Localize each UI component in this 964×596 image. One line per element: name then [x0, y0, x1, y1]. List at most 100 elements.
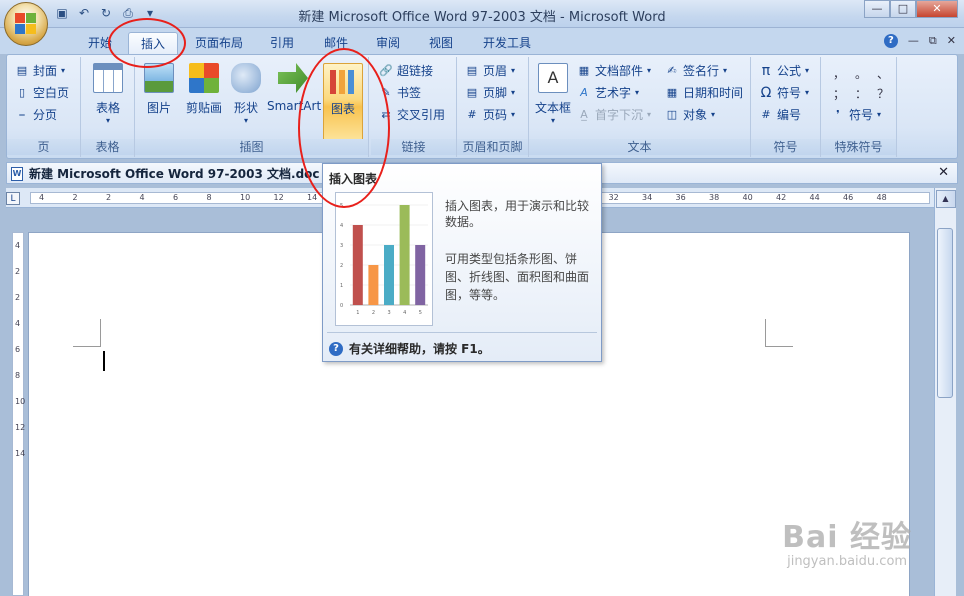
group-label: 链接 — [371, 139, 456, 155]
equation-button[interactable]: π 公式 ▾ — [759, 61, 809, 81]
bookmark-button[interactable]: ✎ 书签 — [379, 83, 421, 103]
shapes-button[interactable]: 形状 ▾ — [229, 63, 263, 125]
minimize-button[interactable]: — — [864, 0, 890, 18]
ruler-tick-label: 4 — [15, 319, 21, 328]
wordart-button[interactable]: A 艺术字 ▾ — [577, 83, 639, 103]
chevron-down-icon: ▾ — [805, 66, 810, 75]
ruler-tick-label: 40 — [742, 193, 753, 202]
chart-button[interactable]: 图表 — [323, 63, 363, 143]
close-button[interactable]: ✕ — [916, 0, 958, 18]
calendar-icon: ▦ — [666, 86, 678, 99]
hyperlink-button[interactable]: 🔗 超链接 — [379, 61, 433, 81]
scroll-up-icon[interactable]: ▲ — [935, 190, 956, 208]
date-time-button[interactable]: ▦ 日期和时间 — [665, 83, 743, 103]
ribbon-minimize-icon[interactable]: — — [908, 34, 919, 48]
tab-view[interactable]: 视图 — [419, 32, 463, 54]
group-label: 特殊符号 — [821, 139, 896, 155]
scroll-thumb[interactable] — [937, 228, 953, 398]
tab-home[interactable]: 开始 — [78, 32, 122, 54]
ruler-tick-label: 48 — [876, 193, 887, 202]
x-tick-label: 3 — [388, 310, 391, 316]
vertical-ruler[interactable]: 4 2 2 4 6 8 10 12 14 — [12, 232, 26, 596]
page-break-button[interactable]: ⎯ 分页 — [15, 105, 57, 125]
tab-mailings[interactable]: 邮件 — [314, 32, 358, 54]
drop-cap-icon: A̲ — [580, 108, 588, 121]
blank-page-icon: ▯ — [18, 86, 26, 99]
globe-link-icon: 🔗 — [379, 64, 393, 77]
window-controls: — □ ✕ — [864, 0, 958, 18]
tab-page-layout[interactable]: 页面布局 — [188, 32, 250, 54]
x-tick-label: 2 — [372, 310, 375, 316]
symbol-button[interactable]: Ω 符号 ▾ — [759, 83, 809, 103]
cross-reference-button[interactable]: ⇄ 交叉引用 — [379, 105, 445, 125]
chevron-down-icon: ▾ — [511, 88, 516, 97]
tooltip-help: ? 有关详细帮助，请按 F1。 — [329, 340, 490, 357]
ruler-tick-label: 2 — [15, 293, 21, 302]
symbol-period[interactable]: 。 — [855, 65, 867, 82]
picture-button[interactable]: 图片 — [139, 63, 179, 116]
close-document-icon[interactable]: ✕ — [938, 165, 949, 180]
header-button[interactable]: ▤ 页眉 ▾ — [465, 61, 515, 81]
chart-icon — [328, 64, 358, 94]
tab-insert[interactable]: 插入 — [128, 32, 178, 54]
tab-references[interactable]: 引用 — [260, 32, 304, 54]
page-number-button[interactable]: # 页码 ▾ — [465, 105, 515, 125]
tooltip-details: 可用类型包括条形图、饼图、折线图、面积图和曲面图，等等。 — [445, 252, 590, 302]
crop-mark-right — [765, 319, 793, 347]
ruler-tick-label: 2 — [106, 193, 112, 202]
chevron-down-icon: ▾ — [511, 110, 516, 119]
clip-art-button[interactable]: 剪贴画 — [181, 63, 227, 116]
symbol-comma[interactable]: ， — [833, 65, 845, 82]
shapes-icon — [231, 63, 261, 93]
table-button[interactable]: 表格 ▾ — [89, 63, 127, 125]
chart-bar — [415, 245, 426, 305]
ribbon-restore-icon[interactable]: ⧉ — [929, 34, 937, 48]
ruler-tick-label: 14 — [15, 449, 26, 458]
footer-button[interactable]: ▤ 页脚 ▾ — [465, 83, 515, 103]
drop-cap-button[interactable]: A̲ 首字下沉 ▾ — [577, 105, 651, 125]
y-tick-label: 3 — [340, 243, 343, 249]
blank-page-button[interactable]: ▯ 空白页 — [15, 83, 69, 103]
chart-tooltip: 插入图表 0 1 2 3 4 5 1 2 3 4 5 插入图表，用于演示和比较数据。 可用类型包括条… — [322, 163, 602, 362]
chevron-down-icon: ▾ — [511, 66, 516, 75]
watermark: Bai 经验 jingyan.baidu.com — [782, 512, 912, 569]
symbol-drop-icon: ❜ — [836, 108, 840, 121]
maximize-button[interactable]: □ — [890, 0, 916, 18]
numbering-button[interactable]: # 编号 — [759, 105, 801, 125]
cover-page-button[interactable]: ▤ 封面 ▾ — [15, 61, 65, 81]
office-logo-icon — [15, 13, 37, 35]
header-footer-group: ▤ 页眉 ▾ ▤ 页脚 ▾ # 页码 ▾ 页眉和页脚 — [457, 57, 529, 157]
page-break-icon: ⎯ — [19, 108, 25, 121]
ruler-tick-label: 2 — [72, 193, 78, 202]
ribbon-close-icon[interactable]: ✕ — [947, 34, 956, 48]
vertical-scrollbar[interactable]: ▲ — [934, 188, 956, 596]
object-button[interactable]: ◫ 对象 ▾ — [665, 105, 715, 125]
document-tab[interactable]: W 新建 Microsoft Office Word 97-2003 文档.do… — [11, 165, 320, 182]
tooltip-title: 插入图表 — [329, 172, 378, 186]
tab-review[interactable]: 审阅 — [366, 32, 410, 54]
links-group: 🔗 超链接 ✎ 书签 ⇄ 交叉引用 链接 — [371, 57, 457, 157]
symbol-colon[interactable]: ： — [855, 85, 867, 102]
symbol-semicolon[interactable]: ； — [833, 85, 845, 102]
symbol-enum-comma[interactable]: 、 — [877, 65, 889, 82]
group-label: 表格 — [81, 139, 134, 155]
office-button[interactable] — [4, 2, 48, 46]
symbol-question[interactable]: ？ — [877, 85, 889, 102]
chevron-down-icon: ▾ — [550, 116, 555, 125]
tab-selector-icon[interactable]: L — [6, 192, 20, 205]
tables-group: 表格 ▾ 表格 — [81, 57, 135, 157]
special-symbol-button[interactable]: ❜ 符号 ▾ — [831, 105, 881, 125]
ruler-tick-label: 10 — [240, 193, 251, 202]
chevron-down-icon: ▾ — [635, 88, 640, 97]
smartart-button[interactable]: SmartArt — [267, 63, 321, 113]
tooltip-chart-preview: 0 1 2 3 4 5 1 2 3 4 5 — [335, 192, 433, 326]
watermark-logo: Bai 经验 — [782, 520, 912, 555]
quick-parts-button[interactable]: ▦ 文档部件 ▾ — [577, 61, 651, 81]
object-icon: ◫ — [666, 108, 678, 121]
signature-line-button[interactable]: ✍ 签名行 ▾ — [665, 61, 727, 81]
text-box-button[interactable]: A 文本框 ▾ — [531, 63, 575, 125]
help-icon[interactable]: ? — [883, 34, 898, 48]
chevron-down-icon: ▾ — [243, 116, 248, 125]
tab-developer[interactable]: 开发工具 — [474, 32, 540, 54]
ruler-tick-label: 6 — [173, 193, 179, 202]
